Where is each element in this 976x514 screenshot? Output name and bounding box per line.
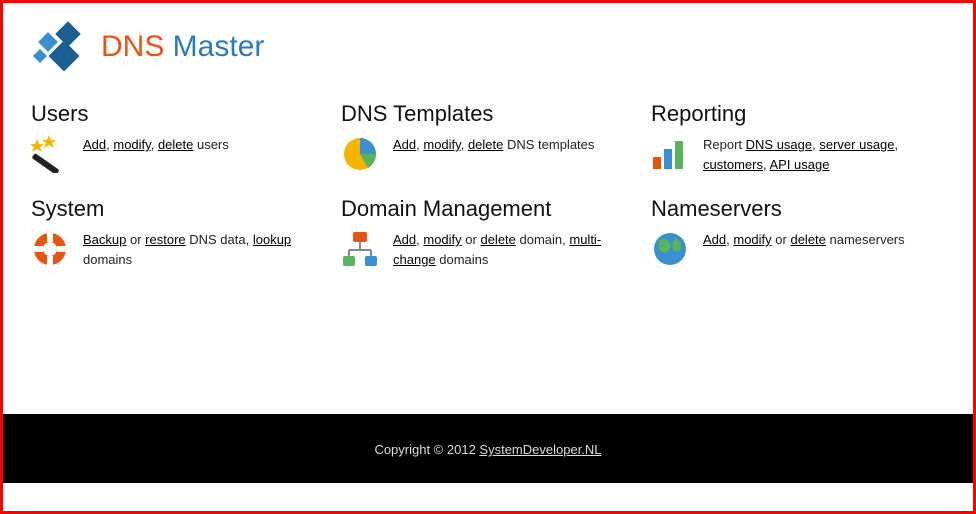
brand-title: DNS Master <box>101 30 264 64</box>
card-title-dns-templates: DNS Templates <box>341 101 651 127</box>
pie-chart-icon <box>341 135 379 173</box>
card-dns-templates: DNS Templates Add, modify, delete DNS te… <box>341 101 651 174</box>
footer: Copyright © 2012 SystemDeveloper.NL <box>3 414 973 483</box>
link-system-lookup[interactable]: lookup <box>253 232 291 247</box>
text-ns-suffix: nameservers <box>826 232 905 247</box>
wand-icon <box>31 135 69 173</box>
footer-link[interactable]: SystemDeveloper.NL <box>479 442 601 457</box>
link-users-add[interactable]: Add <box>83 137 106 152</box>
text-domain-suffix: domains <box>436 252 489 267</box>
lifebuoy-icon <box>31 230 69 268</box>
link-domain-add[interactable]: Add <box>393 232 416 247</box>
link-templates-add[interactable]: Add <box>393 137 416 152</box>
link-ns-delete[interactable]: delete <box>790 232 825 247</box>
link-report-customers[interactable]: customers <box>703 157 763 172</box>
link-report-server[interactable]: server usage <box>819 137 894 152</box>
card-text-domain: Add, modify or delete domain, multi-chan… <box>393 230 623 269</box>
link-users-delete[interactable]: delete <box>158 137 193 152</box>
card-domain-management: Domain Management Add, modify or delete … <box>341 196 651 269</box>
text-reporting-prefix: Report <box>703 137 746 152</box>
card-text-nameservers: Add, modify or delete nameservers <box>703 230 905 250</box>
text-domain-mid: or <box>462 232 481 247</box>
brand-part-dns: DNS <box>101 30 164 63</box>
footer-spacer <box>3 483 973 511</box>
link-templates-modify[interactable]: modify <box>423 137 460 152</box>
network-icon <box>341 230 379 268</box>
card-text-reporting: Report DNS usage, server usage, customer… <box>703 135 933 174</box>
link-report-api[interactable]: API usage <box>769 157 829 172</box>
text-users-suffix: users <box>193 137 228 152</box>
link-system-restore[interactable]: restore <box>145 232 185 247</box>
text-ns-mid: or <box>772 232 791 247</box>
link-domain-modify[interactable]: modify <box>423 232 461 247</box>
link-domain-delete[interactable]: delete <box>480 232 515 247</box>
bar-chart-icon <box>651 135 689 173</box>
card-nameservers: Nameservers Add, modify or delete namese… <box>651 196 961 269</box>
card-reporting: Reporting Report DNS usage, server usage… <box>651 101 961 174</box>
text-system-suffix: domains <box>83 252 132 267</box>
link-users-modify[interactable]: modify <box>113 137 150 152</box>
link-ns-modify[interactable]: modify <box>733 232 771 247</box>
text-domain-mid2: domain, <box>516 232 569 247</box>
card-title-nameservers: Nameservers <box>651 196 961 222</box>
card-text-system: Backup or restore DNS data, lookup domai… <box>83 230 313 269</box>
header: DNS Master <box>3 3 973 81</box>
card-system: System Backup or restore DNS data, looku… <box>31 196 341 269</box>
brand-part-master: Master <box>164 30 264 63</box>
link-ns-add[interactable]: Add <box>703 232 726 247</box>
logo-icon <box>31 21 83 73</box>
card-title-domain: Domain Management <box>341 196 651 222</box>
card-title-system: System <box>31 196 341 222</box>
card-text-users: Add, modify, delete users <box>83 135 229 155</box>
link-system-backup[interactable]: Backup <box>83 232 126 247</box>
card-title-reporting: Reporting <box>651 101 961 127</box>
card-users: Users Add, modify, delete users <box>31 101 341 174</box>
card-title-users: Users <box>31 101 341 127</box>
text-templates-suffix: DNS templates <box>503 137 594 152</box>
card-text-dns-templates: Add, modify, delete DNS templates <box>393 135 594 155</box>
link-templates-delete[interactable]: delete <box>468 137 503 152</box>
text-system-mid2: DNS data, <box>186 232 253 247</box>
footer-copyright: Copyright © 2012 <box>374 442 479 457</box>
globe-icon <box>651 230 689 268</box>
link-report-dns[interactable]: DNS usage <box>746 137 812 152</box>
text-system-mid1: or <box>126 232 145 247</box>
